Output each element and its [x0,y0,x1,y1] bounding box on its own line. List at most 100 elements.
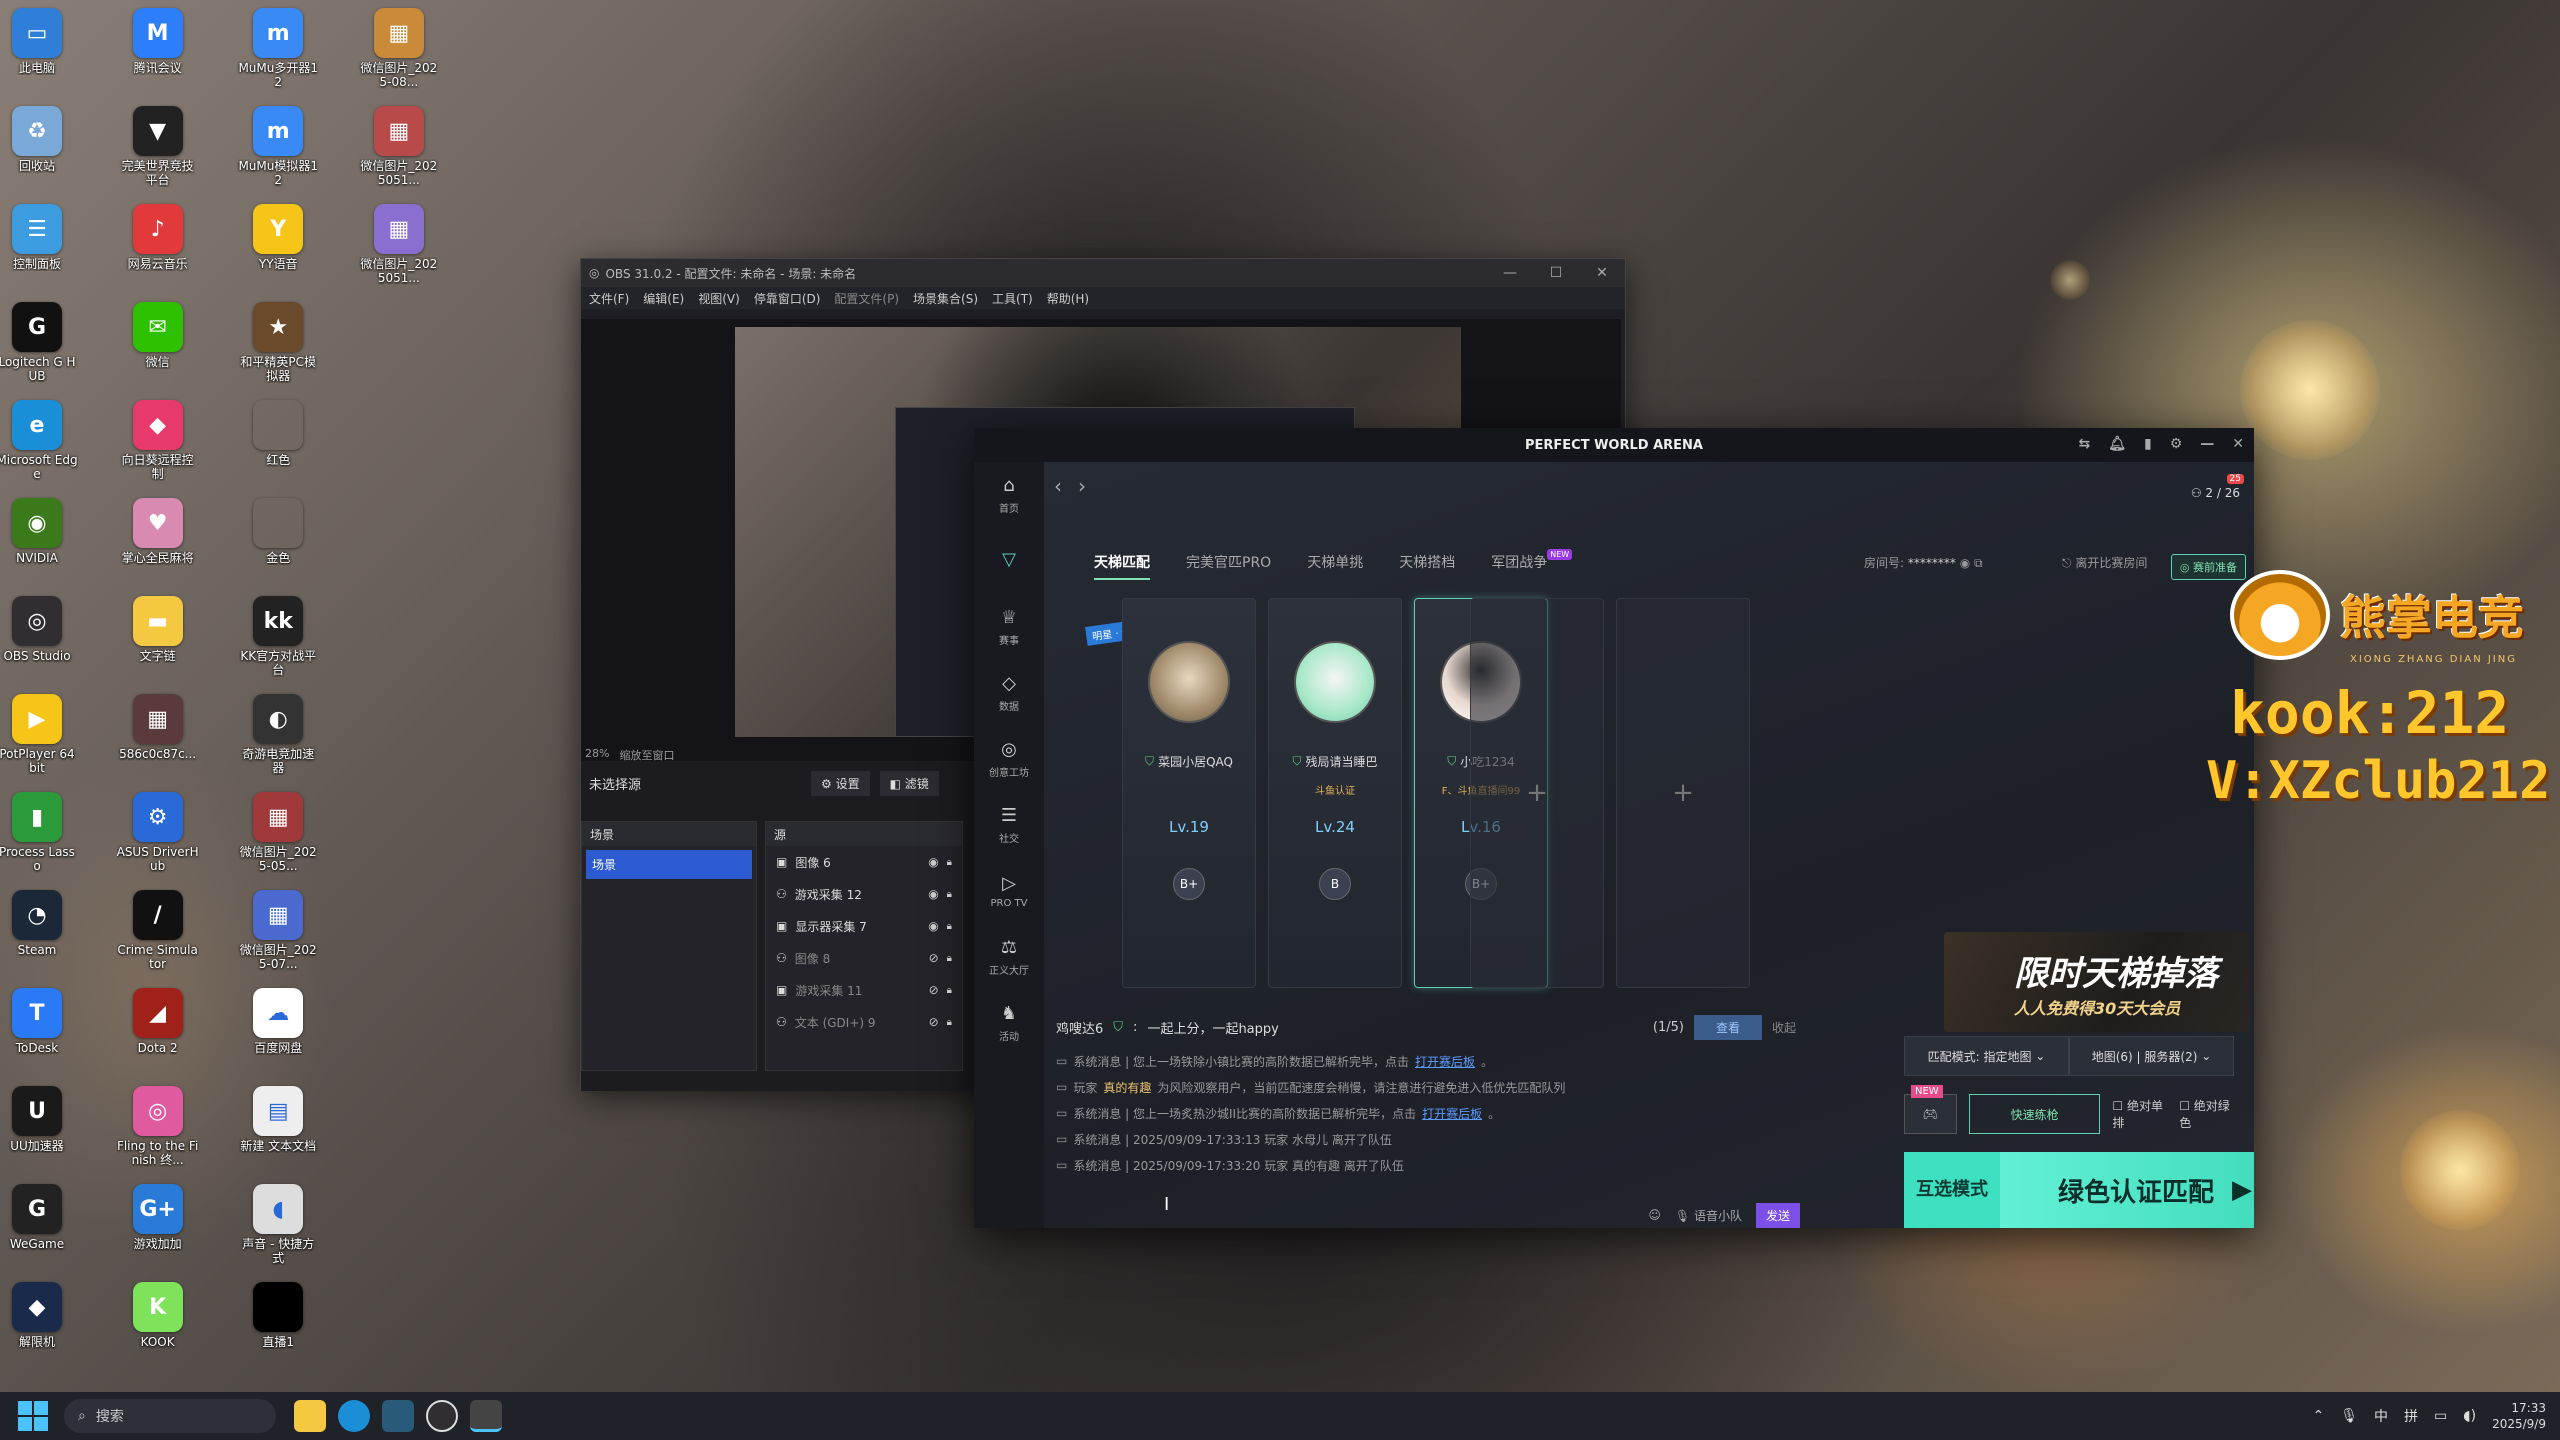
green-checkbox[interactable]: ☐ 绝对绿色 [2179,1097,2234,1131]
collapse-button[interactable]: 收起 [1772,1019,1796,1036]
desktop-icon[interactable]: M 腾讯会议 [117,8,199,108]
voice-team-button[interactable]: 🎙︎ 语音小队 [1675,1207,1742,1224]
chat-log[interactable]: ▭ 系统消息 | 您上一场铁除小镇比赛的高阶数据已解析完毕，点击 打开赛后板。 ▭ 玩家… [1056,1048,1800,1198]
menu-file[interactable]: 文件(F) [589,290,629,307]
eye-off-icon[interactable]: ⊘ [929,1015,939,1029]
bell-icon[interactable]: 🔔︎ [2108,436,2126,452]
desktop-icon[interactable]: / Crime Simulator [117,890,199,990]
tab-ladder[interactable]: 天梯匹配 [1094,552,1150,580]
sidebar-item[interactable]: ⌂ 首页 [974,462,1044,528]
source-item[interactable]: ▣ 图像 6 ◉ 🔒︎ [766,846,962,878]
settings-icon[interactable]: ⚙ [2170,436,2183,452]
close-icon[interactable]: ✕ [1579,265,1625,281]
desktop-icon[interactable]: ▦ 微信图片_2025-05... [237,792,319,892]
scene-item[interactable]: 场景 [586,850,752,879]
desktop-icon[interactable]: ♪ 网易云音乐 [117,204,199,304]
tab-duo[interactable]: 天梯搭档 [1399,552,1455,580]
green-match-button[interactable]: 互选模式 绿色认证匹配 ▶ [1904,1152,2254,1228]
desktop-icon[interactable]: K KOOK [117,1282,199,1382]
online-counter[interactable]: ⚇ 2 / 26 [2191,486,2240,500]
match-mode-select[interactable]: 匹配模式: 指定地图 ⌄ [1904,1036,2069,1076]
obs-titlebar[interactable]: ◎ OBS 31.0.2 - 配置文件: 未命名 - 场景: 未命名 — ☐ ✕ [581,259,1625,287]
clock[interactable]: 17:33 2025/9/9 [2492,1400,2546,1432]
desktop-icon[interactable]: 红色 [237,400,319,500]
desktop-icon[interactable]: ⚙ ASUS DriverHub [117,792,199,892]
source-item[interactable]: ⚇ 文本 (GDI+) 9 ⊘ 🔒︎ [766,1006,962,1038]
lock-icon[interactable]: 🔒︎ [947,889,952,900]
source-settings-button[interactable]: ⚙ 设置 [811,770,870,796]
source-item[interactable]: ⚇ 游戏采集 12 ◉ 🔒︎ [766,878,962,910]
send-button[interactable]: 发送 [1755,1202,1800,1228]
desktop-icon[interactable]: ◎ Fling to the Finish 终... [117,1086,199,1186]
empty-slot[interactable]: + [1616,598,1750,988]
desktop-icon[interactable]: ★ 和平精英PC模拟器 [237,302,319,402]
perfect-world-icon[interactable] [470,1400,502,1432]
desktop-icon[interactable]: ◐ 奇游电竞加速器 [237,694,319,794]
source-item[interactable]: ▣ 游戏采集 11 ⊘ 🔒︎ [766,974,962,1006]
sidebar-item[interactable]: ☰ 社交 [974,792,1044,858]
desktop-icon[interactable]: ▦ 微信图片_2025051... [358,106,440,206]
desktop-icon[interactable]: ☰ 控制面板 [0,204,78,304]
ime-chinese[interactable]: 中 [2374,1406,2388,1426]
pwa-window[interactable]: PERFECT WORLD ARENA ⇆ 🔔︎ ▮ ⚙ — ✕ ⌂ 首页 ▽ ♕ 赛事… [974,428,2254,1228]
emoji-icon[interactable]: ☺ [1648,1208,1661,1222]
maximize-icon[interactable]: ☐ [1533,265,1579,281]
desktop-icon[interactable]: ♻ 回收站 [0,106,78,206]
forward-arrow-icon[interactable]: › [1078,474,1086,498]
pwa-titlebar[interactable]: PERFECT WORLD ARENA ⇆ 🔔︎ ▮ ⚙ — ✕ [974,428,2254,462]
player-card[interactable]: ⛉ 菜园小居QAQ Lv.19 B+ [1122,598,1256,988]
desktop-icon[interactable]: ▤ 新建 文本文档 [237,1086,319,1186]
menu-tools[interactable]: 工具(T) [992,290,1033,307]
desktop-icon[interactable]: e Microsoft Edge [0,400,78,500]
desktop-icon[interactable]: ◢ Dota 2 [117,988,199,1088]
leave-room-button[interactable]: ⎋ 离开比赛房间 [2062,554,2147,571]
desktop-icon[interactable]: m MuMu模拟器12 [237,106,319,206]
desktop-icon[interactable]: ☁ 百度网盘 [237,988,319,1088]
desktop-icon[interactable]: U UU加速器 [0,1086,78,1186]
ime-pinyin[interactable]: 拼 [2404,1406,2418,1426]
sidebar-item[interactable]: ♞ 活动 [974,990,1044,1056]
menu-profile[interactable]: 配置文件(P) [834,290,899,307]
postgame-link[interactable]: 打开赛后板 [1422,1105,1482,1122]
lock-icon[interactable]: 🔒︎ [947,985,952,996]
menu-docks[interactable]: 停靠窗口(D) [754,290,821,307]
minimize-icon[interactable]: — [1487,265,1533,281]
quick-practice-button[interactable]: 快速练枪 [1968,1094,2101,1134]
tab-pro[interactable]: 完美官匹PRO [1186,552,1271,580]
desktop-icon[interactable]: ◆ 向日葵远程控制 [117,400,199,500]
desktop-icon[interactable]: ▮ Process Lasso [0,792,78,892]
sidebar-item[interactable]: ▽ [974,528,1044,594]
eye-icon[interactable]: ◉ [928,887,938,901]
sidebar-item[interactable]: ▷ PRO TV [974,858,1044,924]
minimize-icon[interactable]: — [2200,436,2214,452]
desktop-icon[interactable]: ◆ 解限机 [0,1282,78,1382]
close-icon[interactable]: ✕ [2232,436,2244,452]
desktop-icon[interactable]: ▦ 微信图片_2025-08... [358,8,440,108]
eye-off-icon[interactable]: ⊘ [929,951,939,965]
chevron-up-icon[interactable]: ⌃ [2313,1408,2325,1424]
menu-edit[interactable]: 编辑(E) [643,290,684,307]
eye-icon[interactable]: ◉ [928,919,938,933]
promo-banner[interactable]: 限时天梯掉落 人人免费得30天大会员 [1944,932,2250,1032]
desktop-icon[interactable]: ◉ NVIDIA [0,498,78,598]
source-item[interactable]: ▣ 显示器采集 7 ◉ 🔒︎ [766,910,962,942]
empty-slot[interactable]: + [1470,598,1604,988]
desktop-icon[interactable]: ✉ 微信 [117,302,199,402]
player-highlight[interactable]: 真的有趣 [1103,1079,1151,1096]
volume-icon[interactable]: ◖) [2463,1408,2476,1424]
lock-icon[interactable]: 🔒︎ [947,1017,952,1028]
start-button[interactable] [18,1401,48,1431]
solo-checkbox[interactable]: ☐ 绝对单排 [2112,1097,2167,1131]
player-card[interactable]: ⛉ 残局请当睡巴 斗鱼认证 Lv.24 B [1268,598,1402,988]
eye-icon[interactable]: ◉ [928,855,938,869]
edge-icon[interactable] [338,1400,370,1432]
desktop-icon[interactable]: ▦ 微信图片_2025-07... [237,890,319,990]
copy-icon[interactable]: ⧉ [1974,556,1983,570]
signal-icon[interactable]: ▮ [2144,436,2152,452]
desktop-icon[interactable]: Y YY语音 [237,204,319,304]
desktop-icon[interactable]: G WeGame [0,1184,78,1284]
tab-solo[interactable]: 天梯单挑 [1307,552,1363,580]
network-icon[interactable]: ▭ [2434,1408,2447,1424]
desktop-icon[interactable]: T ToDesk [0,988,78,1088]
desktop-icon[interactable]: ▬ 文字链 [117,596,199,696]
